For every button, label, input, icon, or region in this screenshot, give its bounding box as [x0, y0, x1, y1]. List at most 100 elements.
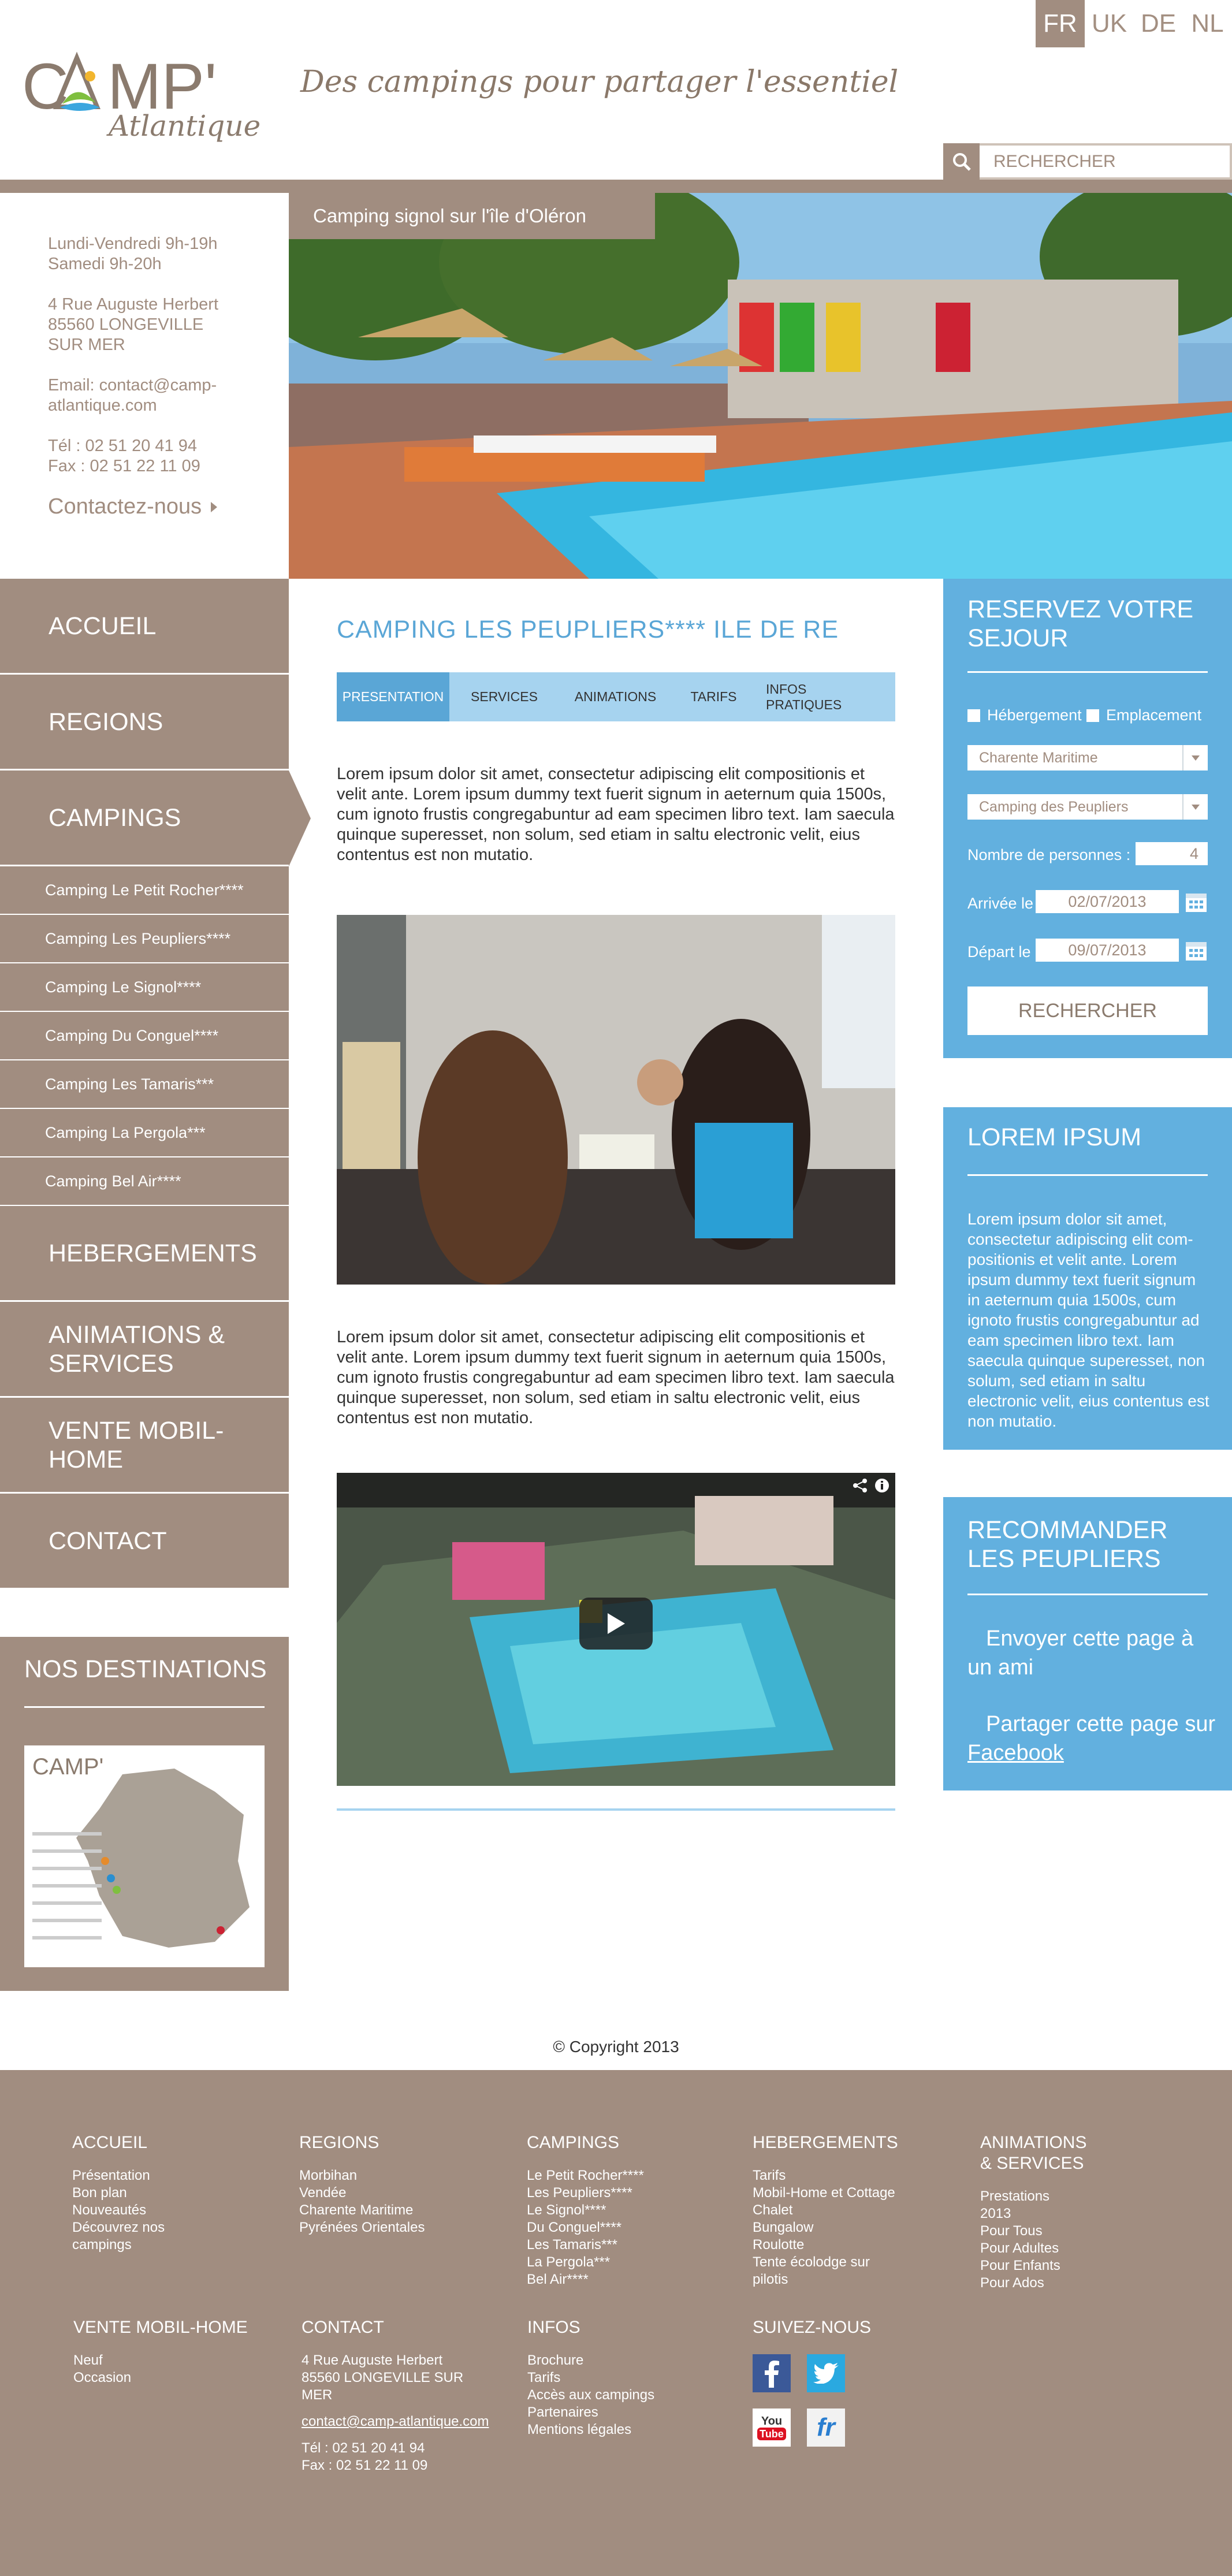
footer-link[interactable]: Roulotte — [753, 2236, 926, 2254]
nav-sub-camping[interactable]: Camping Bel Air**** — [0, 1157, 289, 1206]
facebook-link[interactable]: Facebook — [967, 1741, 1064, 1765]
destinations-map[interactable]: CAMP' — [24, 1745, 265, 1967]
nav-accueil[interactable]: ACCUEIL — [0, 579, 289, 675]
lang-nl[interactable]: NL — [1183, 0, 1232, 47]
contact-us-link[interactable]: Contactez-nous — [48, 496, 291, 518]
footer-link[interactable]: Occasion — [73, 2369, 270, 2387]
footer-link[interactable]: Mobil-Home et Cottage — [753, 2184, 926, 2202]
nav-regions[interactable]: REGIONS — [0, 675, 289, 770]
checkbox-hebergement[interactable]: Hébergement — [967, 706, 1082, 724]
footer-link[interactable]: Chalet — [753, 2202, 926, 2219]
footer-link[interactable]: Nouveautés — [72, 2202, 269, 2219]
persons-label: Nombre de personnes : — [967, 846, 1131, 863]
footer-link[interactable]: Bel Air**** — [527, 2271, 723, 2288]
footer-heading: SUIVEZ-NOUS — [753, 2318, 872, 2337]
content-tabs: PRESENTATION SERVICES ANIMATIONS TARIFS … — [337, 672, 895, 721]
search-button[interactable] — [943, 143, 980, 180]
calendar-icon[interactable] — [1185, 890, 1208, 913]
content-paragraph: Lorem ipsum dolor sit amet, consectetur … — [337, 1328, 895, 1427]
checkbox-emplacement[interactable]: Emplacement — [1086, 706, 1201, 724]
footer-link[interactable]: Les Peupliers**** — [527, 2184, 723, 2202]
checkbox-label: Emplacement — [1106, 706, 1202, 724]
nav-sub-camping[interactable]: Camping Le Signol**** — [0, 963, 289, 1012]
camping-select[interactable]: Camping des Peupliers — [967, 794, 1208, 820]
footer-link[interactable]: Présentation — [72, 2167, 269, 2184]
footer-link[interactable]: Pour Tous — [980, 2223, 1153, 2240]
checkbox-box[interactable] — [967, 709, 980, 722]
footer-link[interactable]: La Pergola*** — [527, 2254, 723, 2271]
footer-link[interactable]: Partenaires — [527, 2404, 724, 2421]
departure-date-input[interactable]: 09/07/2013 — [1036, 939, 1179, 962]
nav-sub-camping[interactable]: Camping Les Tamaris*** — [0, 1060, 289, 1109]
nav-campings[interactable]: CAMPINGS — [0, 770, 311, 866]
search-box — [943, 143, 1232, 180]
tab-presentation[interactable]: PRESENTATION — [337, 672, 449, 721]
footer-link[interactable]: Tarifs — [753, 2167, 926, 2184]
lang-uk[interactable]: UK — [1085, 0, 1134, 47]
footer-link[interactable]: Le Petit Rocher**** — [527, 2167, 723, 2184]
nav-animations-services[interactable]: ANIMATIONS & SERVICES — [0, 1302, 289, 1398]
nav-sub-camping[interactable]: Camping La Pergola*** — [0, 1109, 289, 1157]
chevron-down-icon — [1182, 745, 1208, 770]
hours-weekdays: Lundi-Vendredi 9h-19h — [48, 234, 218, 253]
fr-social-icon[interactable]: fr — [807, 2409, 845, 2447]
checkbox-box[interactable] — [1086, 709, 1099, 722]
info-icon[interactable] — [874, 1477, 890, 1494]
tab-services[interactable]: SERVICES — [449, 672, 559, 721]
footer-link[interactable]: Bon plan — [72, 2184, 269, 2202]
footer-link[interactable]: Tarifs — [527, 2369, 724, 2387]
nav-contact[interactable]: CONTACT — [0, 1494, 289, 1589]
contact-info: Lundi-Vendredi 9h-19h Samedi 9h-20h 4 Ru… — [48, 234, 291, 518]
footer-link[interactable]: pilotis — [753, 2271, 926, 2288]
arrival-date-input[interactable]: 02/07/2013 — [1036, 890, 1179, 913]
site-logo[interactable]: C MP' Atlantique — [22, 40, 270, 144]
video-player[interactable] — [337, 1473, 895, 1786]
footer-link[interactable]: Pour Adultes — [980, 2240, 1153, 2257]
footer-link[interactable]: Les Tamaris*** — [527, 2236, 723, 2254]
persons-input[interactable]: 4 — [1136, 842, 1208, 865]
footer-link[interactable]: Prestations — [980, 2188, 1153, 2205]
tab-tarifs[interactable]: TARIFS — [672, 672, 755, 721]
footer-link[interactable]: Mentions légales — [527, 2421, 724, 2439]
footer-link[interactable]: Vendée — [299, 2184, 496, 2202]
nav-sub-camping[interactable]: Camping Du Conguel**** — [0, 1012, 289, 1060]
twitter-icon[interactable] — [807, 2354, 845, 2392]
tab-infos-pratiques[interactable]: INFOS PRATIQUES — [755, 672, 895, 721]
share-icon[interactable] — [852, 1477, 868, 1494]
footer-link[interactable]: Morbihan — [299, 2167, 496, 2184]
footer-link[interactable]: Pour Enfants — [980, 2257, 1153, 2275]
footer-heading: ACCUEIL — [72, 2133, 148, 2152]
footer-link[interactable]: campings — [72, 2236, 269, 2254]
footer-link[interactable]: Du Conguel**** — [527, 2219, 723, 2236]
footer-link[interactable]: Pyrénées Orientales — [299, 2219, 496, 2236]
booking-search-button[interactable]: RECHERCHER — [967, 987, 1208, 1035]
footer-link[interactable]: Bungalow — [753, 2219, 926, 2236]
send-to-friend-link[interactable]: Envoyer cette page à un ami — [967, 1624, 1216, 1682]
footer-link[interactable]: 2013 — [980, 2205, 1153, 2223]
nav-vente-mobil-home[interactable]: VENTE MOBIL-HOME — [0, 1398, 289, 1494]
footer-link[interactable]: Pour Ados — [980, 2275, 1153, 2292]
play-button[interactable] — [579, 1598, 653, 1650]
search-input[interactable] — [980, 143, 1232, 180]
calendar-icon[interactable] — [1185, 939, 1208, 962]
footer-email-link[interactable]: contact@camp-atlantique.com — [302, 2413, 509, 2430]
footer-link[interactable]: Neuf — [73, 2352, 270, 2369]
footer-link[interactable]: Brochure — [527, 2352, 724, 2369]
region-select[interactable]: Charente Maritime — [967, 745, 1208, 770]
nav-hebergements[interactable]: HEBERGEMENTS — [0, 1206, 289, 1302]
footer-link[interactable]: Le Signol**** — [527, 2202, 723, 2219]
tab-animations[interactable]: ANIMATIONS — [559, 672, 672, 721]
footer-link[interactable]: Charente Maritime — [299, 2202, 496, 2219]
footer-link[interactable]: Accès aux campings — [527, 2387, 724, 2404]
facebook-icon[interactable] — [753, 2354, 791, 2392]
email[interactable]: Email: contact@camp-atlantique.com — [48, 375, 291, 416]
nav-sub-camping[interactable]: Camping Les Peupliers**** — [0, 915, 289, 963]
youtube-icon[interactable]: You Tube — [753, 2409, 791, 2447]
footer-link[interactable]: Tente écolodge sur — [753, 2254, 926, 2271]
lang-fr[interactable]: FR — [1036, 0, 1085, 47]
lang-de[interactable]: DE — [1134, 0, 1183, 47]
nav-sub-camping[interactable]: Camping Le Petit Rocher**** — [0, 866, 289, 915]
footer-link[interactable]: Découvrez nos — [72, 2219, 269, 2236]
logo-c: C — [22, 50, 69, 122]
lorem-text: Lorem ipsum dolor sit amet, consectetur … — [967, 1210, 1209, 1430]
